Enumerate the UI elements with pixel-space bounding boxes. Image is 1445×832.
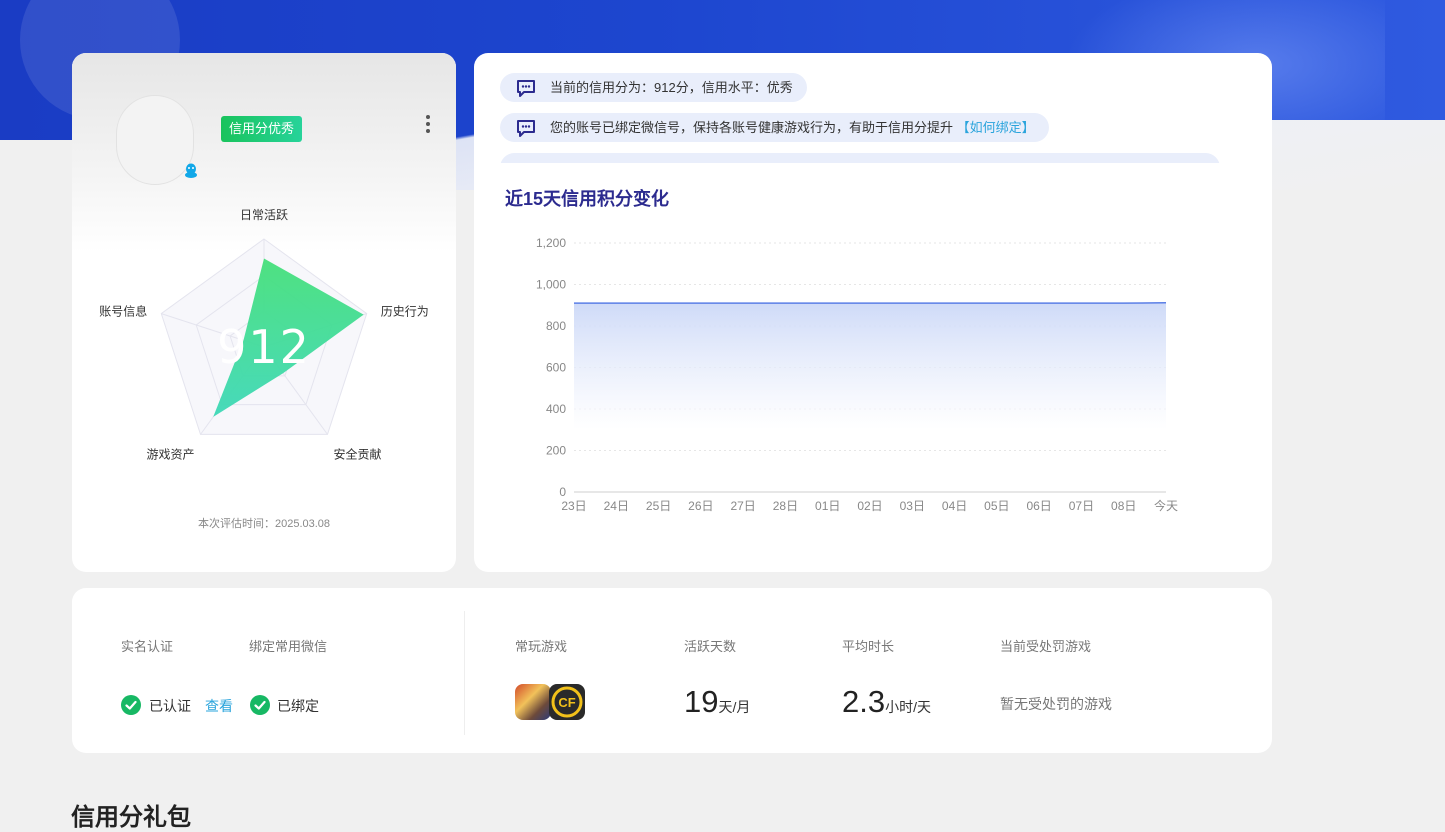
x-tick-label: 05日 — [984, 499, 1009, 513]
check-icon — [121, 695, 141, 715]
y-tick-label: 600 — [546, 361, 566, 375]
penalty-games-status: 暂无受处罚的游戏 — [1000, 694, 1112, 714]
verified-status: 已认证 — [149, 696, 191, 716]
y-tick-label: 200 — [546, 444, 566, 458]
chat-bubble-icon — [516, 79, 536, 97]
x-tick-label: 27日 — [730, 499, 755, 513]
radar-axis-label: 历史行为 — [381, 305, 429, 319]
x-tick-label: 23日 — [561, 499, 586, 513]
chart-title: 近15天信用积分变化 — [505, 185, 669, 211]
frequent-games-label: 常玩游戏 — [515, 636, 567, 655]
x-tick-label: 25日 — [646, 499, 671, 513]
realname-label: 实名认证 — [121, 636, 173, 655]
x-tick-label: 08日 — [1111, 499, 1136, 513]
message-scroll-overflow — [500, 153, 1240, 163]
svg-text:CF: CF — [558, 695, 575, 710]
wechat-bound-status: 已绑定 — [277, 696, 319, 716]
credit-trend-chart: 0 200 400 600 800 1,000 1,200 23日 24日 25日 26日 27日 28… — [500, 223, 1240, 523]
check-icon — [250, 695, 270, 715]
how-to-bind-link[interactable]: 【如何绑定】 — [957, 120, 1035, 135]
account-stats-card: 实名认证 绑定常用微信 已认证 查看 已绑定 常玩游戏 CF 活跃天数 19天/… — [72, 588, 1272, 753]
x-tick-label: 24日 — [604, 499, 629, 513]
x-tick-label: 02日 — [857, 499, 882, 513]
evaluation-time: 本次评估时间：2025.03.08 — [72, 515, 456, 531]
y-tick-label: 400 — [546, 402, 566, 416]
x-tick-label: 28日 — [773, 499, 798, 513]
active-days-value: 19天/月 — [684, 684, 750, 720]
x-tick-label: 03日 — [900, 499, 925, 513]
average-time-label: 平均时长 — [842, 636, 894, 655]
x-tick-label: 26日 — [688, 499, 713, 513]
y-tick-label: 1,000 — [536, 278, 566, 292]
more-options-icon[interactable] — [422, 113, 434, 137]
credit-radar-chart: 日常活跃历史行为安全贡献 游戏资产 账号信息 912 — [72, 203, 456, 503]
average-time-unit: 小时/天 — [885, 699, 931, 715]
divider — [464, 611, 465, 735]
y-tick-label: 800 — [546, 319, 566, 333]
credit-level-badge: 信用分优秀 — [221, 116, 302, 142]
qq-icon — [184, 163, 198, 179]
honor-of-kings-game-icon[interactable] — [515, 684, 551, 720]
x-tick-label: 06日 — [1026, 499, 1051, 513]
wechat-label: 绑定常用微信 — [249, 636, 327, 655]
view-verification-link[interactable]: 查看 — [205, 696, 233, 716]
active-days-label: 活跃天数 — [684, 636, 736, 655]
active-days-unit: 天/月 — [718, 699, 750, 715]
credit-score-value: 912 — [217, 320, 311, 374]
x-tick-label: 04日 — [942, 499, 967, 513]
average-time-value: 2.3小时/天 — [842, 684, 931, 720]
radar-axis-label: 游戏资产 — [147, 447, 195, 461]
message-text: 当前的信用分为：912分，信用水平：优秀 — [550, 80, 793, 95]
message-wechat-bind: 您的账号已绑定微信号，保持各账号健康游戏行为，有助于信用分提升 【如何绑定】 — [500, 113, 1049, 142]
crossfire-game-icon[interactable]: CF — [549, 684, 585, 720]
gift-section-title: 信用分礼包 — [71, 797, 191, 832]
radar-axis-label: 安全贡献 — [333, 446, 381, 461]
credit-trend-card: 当前的信用分为：912分，信用水平：优秀 您的账号已绑定微信号，保持各账号健康游… — [474, 53, 1272, 572]
radar-axis-label: 账号信息 — [99, 304, 147, 319]
x-tick-label: 01日 — [815, 499, 840, 513]
radar-axis-label: 日常活跃 — [240, 208, 288, 222]
message-text: 您的账号已绑定微信号，保持各账号健康游戏行为，有助于信用分提升 — [550, 120, 953, 135]
y-tick-label: 1,200 — [536, 236, 566, 250]
credit-profile-card: 信用分优秀 日常活跃历史行为安全贡献 游戏资产 账号信息 912 本次评估时间：202… — [72, 53, 456, 572]
chat-bubble-icon — [516, 119, 536, 137]
avatar — [116, 95, 194, 185]
x-tick-label: 今天 — [1154, 498, 1178, 513]
trend-area-fill — [574, 303, 1166, 430]
x-tick-label: 07日 — [1069, 499, 1094, 513]
message-credit-score: 当前的信用分为：912分，信用水平：优秀 — [500, 73, 807, 102]
y-tick-label: 0 — [559, 485, 566, 499]
penalty-games-label: 当前受处罚游戏 — [1000, 636, 1091, 655]
